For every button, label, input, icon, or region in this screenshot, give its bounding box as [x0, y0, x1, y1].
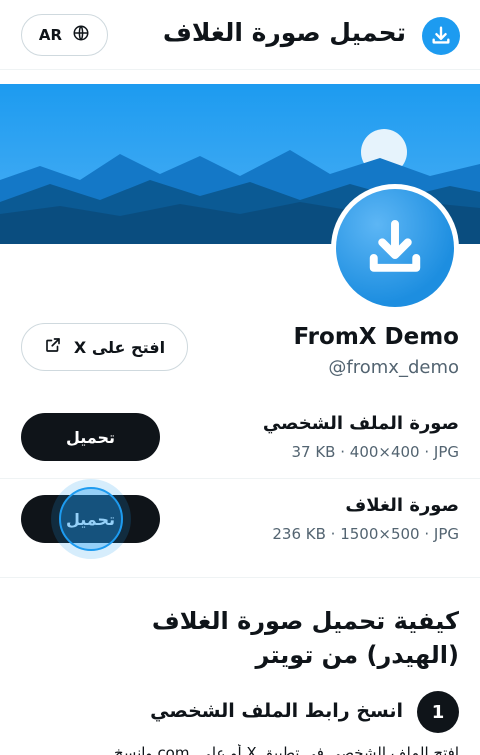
download-item-meta: 236 KB · 1500×500 · JPG	[272, 525, 459, 543]
download-item-title: صورة الغلاف	[345, 495, 459, 516]
display-name: FromX Demo	[293, 324, 459, 350]
language-label: AR	[38, 26, 63, 44]
howto-heading: كيفية تحميل صورة الغلاف (الهيدر) من تويت…	[151, 607, 459, 669]
cover-photo-row: صورة الغلاف 236 KB · 1500×500 · JPG تحمي…	[0, 479, 480, 561]
step-description: افتح الملف الشخصي في تطبيق X أو على .com…	[114, 744, 459, 755]
download-item-title: صورة الملف الشخصي	[262, 413, 459, 434]
page-title: تحميل صورة الغلاف	[162, 18, 406, 47]
open-on-x-label: افتح على X	[73, 337, 166, 357]
profile-photo-row: صورة الملف الشخصي 37 KB · 400×400 · JPG …	[0, 397, 480, 479]
download-item-meta: 37 KB · 400×400 · JPG	[291, 443, 459, 461]
app-header: تحميل صورة الغلاف AR	[0, 0, 480, 70]
open-on-x-button[interactable]: افتح على X	[21, 323, 188, 371]
external-link-icon	[44, 336, 62, 358]
click-indicator	[51, 479, 131, 559]
globe-icon	[72, 24, 90, 46]
step-number-badge: 1	[417, 691, 459, 733]
click-indicator-inner	[59, 487, 123, 551]
section-divider	[0, 577, 480, 578]
step-title: انسخ رابط الملف الشخصي	[150, 700, 403, 722]
profile-avatar	[331, 184, 459, 312]
download-icon	[336, 189, 454, 307]
download-icon	[422, 17, 460, 55]
download-profile-photo-button[interactable]: تحميل	[21, 413, 160, 461]
user-handle: @fromx_demo	[328, 357, 459, 378]
language-switcher-button[interactable]: AR	[21, 14, 108, 56]
